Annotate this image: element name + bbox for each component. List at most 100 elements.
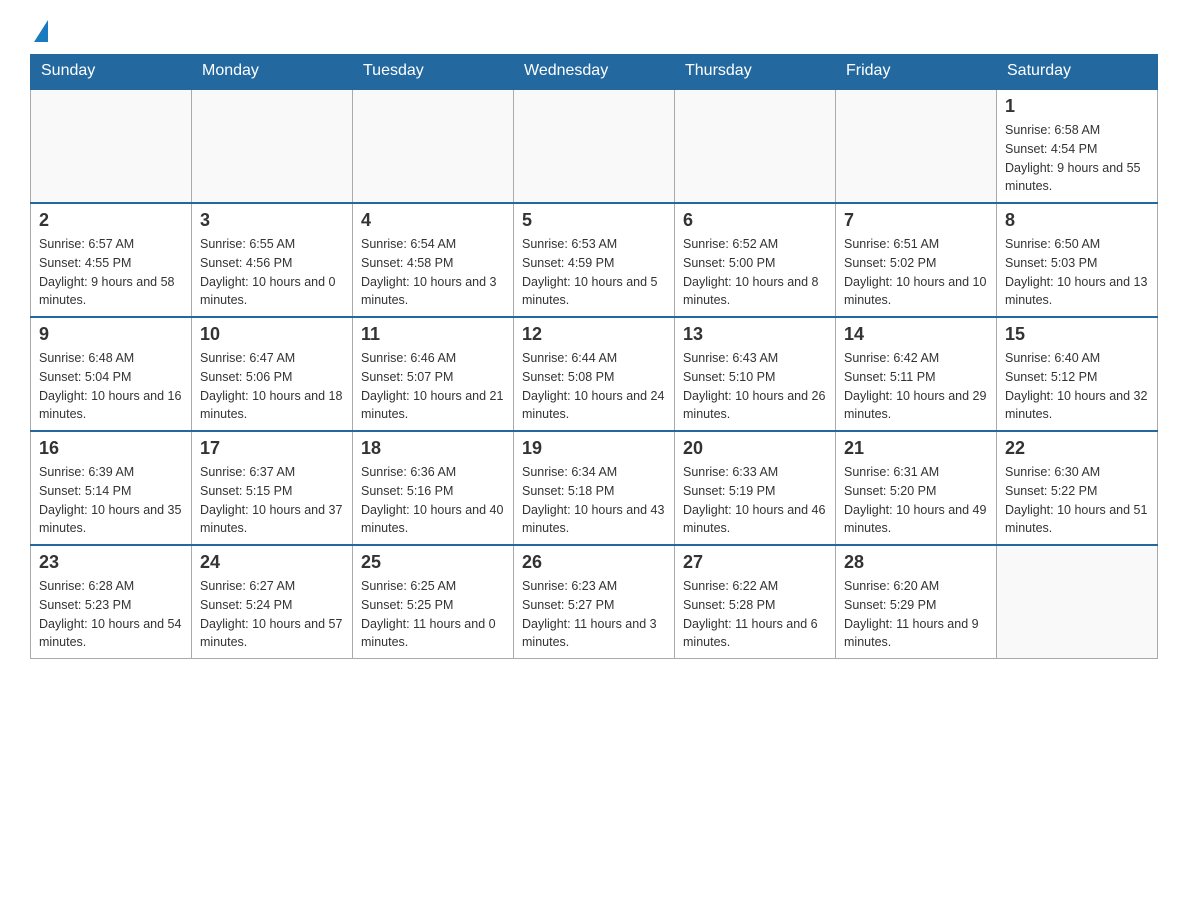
calendar-day-cell: 3 Sunrise: 6:55 AMSunset: 4:56 PMDaylight…: [192, 203, 353, 317]
calendar-day-cell: 27Sunrise: 6:22 AMSunset: 5:28 PMDayligh…: [675, 545, 836, 659]
day-info: Sunrise: 6:54 AMSunset: 4:58 PMDaylight:…: [361, 235, 505, 310]
day-number: 12: [522, 324, 666, 345]
day-number: 13: [683, 324, 827, 345]
calendar-week-row: 1 Sunrise: 6:58 AMSunset: 4:54 PMDaylight…: [31, 89, 1158, 203]
day-number: 20: [683, 438, 827, 459]
day-info: Sunrise: 6:53 AMSunset: 4:59 PMDaylight:…: [522, 235, 666, 310]
calendar-week-row: 2 Sunrise: 6:57 AMSunset: 4:55 PMDaylight…: [31, 203, 1158, 317]
column-header-friday: Friday: [836, 54, 997, 89]
calendar-day-cell: 6 Sunrise: 6:52 AMSunset: 5:00 PMDaylight…: [675, 203, 836, 317]
day-info: Sunrise: 6:36 AMSunset: 5:16 PMDaylight:…: [361, 463, 505, 538]
calendar-day-cell: [836, 89, 997, 203]
day-info: Sunrise: 6:55 AMSunset: 4:56 PMDaylight:…: [200, 235, 344, 310]
calendar-day-cell: 20 Sunrise: 6:33 AMSunset: 5:19 PMDayligh…: [675, 431, 836, 545]
day-number: 6: [683, 210, 827, 231]
day-info: Sunrise: 6:34 AMSunset: 5:18 PMDaylight:…: [522, 463, 666, 538]
page-header: [30, 20, 1158, 44]
calendar-day-cell: 1 Sunrise: 6:58 AMSunset: 4:54 PMDaylight…: [997, 89, 1158, 203]
calendar-day-cell: 26 Sunrise: 6:23 AMSunset: 5:27 PMDayligh…: [514, 545, 675, 659]
day-info: Sunrise: 6:43 AMSunset: 5:10 PMDaylight:…: [683, 349, 827, 424]
day-info: Sunrise: 6:52 AMSunset: 5:00 PMDaylight:…: [683, 235, 827, 310]
day-number: 19: [522, 438, 666, 459]
day-number: 10: [200, 324, 344, 345]
day-info: Sunrise: 6:28 AMSunset: 5:23 PMDaylight:…: [39, 577, 183, 652]
day-info: Sunrise: 6:40 AMSunset: 5:12 PMDaylight:…: [1005, 349, 1149, 424]
calendar-day-cell: [31, 89, 192, 203]
day-info: Sunrise: 6:44 AMSunset: 5:08 PMDaylight:…: [522, 349, 666, 424]
day-info: Sunrise: 6:48 AMSunset: 5:04 PMDaylight:…: [39, 349, 183, 424]
day-number: 18: [361, 438, 505, 459]
day-number: 27: [683, 552, 827, 573]
logo-triangle-icon: [34, 20, 48, 42]
calendar-day-cell: 4 Sunrise: 6:54 AMSunset: 4:58 PMDaylight…: [353, 203, 514, 317]
day-number: 17: [200, 438, 344, 459]
calendar-day-cell: 19 Sunrise: 6:34 AMSunset: 5:18 PMDayligh…: [514, 431, 675, 545]
calendar-day-cell: 28 Sunrise: 6:20 AMSunset: 5:29 PMDayligh…: [836, 545, 997, 659]
day-number: 5: [522, 210, 666, 231]
day-number: 26: [522, 552, 666, 573]
calendar-week-row: 16 Sunrise: 6:39 AMSunset: 5:14 PMDayligh…: [31, 431, 1158, 545]
day-info: Sunrise: 6:58 AMSunset: 4:54 PMDaylight:…: [1005, 121, 1149, 196]
calendar-day-cell: 16 Sunrise: 6:39 AMSunset: 5:14 PMDayligh…: [31, 431, 192, 545]
day-info: Sunrise: 6:27 AMSunset: 5:24 PMDaylight:…: [200, 577, 344, 652]
day-number: 23: [39, 552, 183, 573]
calendar-header-row: SundayMondayTuesdayWednesdayThursdayFrid…: [31, 54, 1158, 89]
day-number: 22: [1005, 438, 1149, 459]
calendar-day-cell: 18 Sunrise: 6:36 AMSunset: 5:16 PMDayligh…: [353, 431, 514, 545]
column-header-sunday: Sunday: [31, 54, 192, 89]
day-info: Sunrise: 6:47 AMSunset: 5:06 PMDaylight:…: [200, 349, 344, 424]
day-info: Sunrise: 6:57 AMSunset: 4:55 PMDaylight:…: [39, 235, 183, 310]
calendar-day-cell: 12 Sunrise: 6:44 AMSunset: 5:08 PMDayligh…: [514, 317, 675, 431]
calendar-day-cell: 14Sunrise: 6:42 AMSunset: 5:11 PMDayligh…: [836, 317, 997, 431]
calendar-day-cell: 15 Sunrise: 6:40 AMSunset: 5:12 PMDayligh…: [997, 317, 1158, 431]
day-number: 9: [39, 324, 183, 345]
column-header-monday: Monday: [192, 54, 353, 89]
day-number: 8: [1005, 210, 1149, 231]
calendar-day-cell: [353, 89, 514, 203]
day-number: 3: [200, 210, 344, 231]
calendar-day-cell: 25 Sunrise: 6:25 AMSunset: 5:25 PMDayligh…: [353, 545, 514, 659]
calendar-day-cell: [192, 89, 353, 203]
calendar-day-cell: 22 Sunrise: 6:30 AMSunset: 5:22 PMDayligh…: [997, 431, 1158, 545]
day-info: Sunrise: 6:37 AMSunset: 5:15 PMDaylight:…: [200, 463, 344, 538]
day-info: Sunrise: 6:23 AMSunset: 5:27 PMDaylight:…: [522, 577, 666, 652]
day-number: 14: [844, 324, 988, 345]
column-header-thursday: Thursday: [675, 54, 836, 89]
day-number: 7: [844, 210, 988, 231]
calendar-day-cell: 11Sunrise: 6:46 AMSunset: 5:07 PMDayligh…: [353, 317, 514, 431]
day-number: 1: [1005, 96, 1149, 117]
calendar-day-cell: 5 Sunrise: 6:53 AMSunset: 4:59 PMDaylight…: [514, 203, 675, 317]
day-number: 28: [844, 552, 988, 573]
day-info: Sunrise: 6:20 AMSunset: 5:29 PMDaylight:…: [844, 577, 988, 652]
day-number: 4: [361, 210, 505, 231]
day-info: Sunrise: 6:50 AMSunset: 5:03 PMDaylight:…: [1005, 235, 1149, 310]
column-header-wednesday: Wednesday: [514, 54, 675, 89]
calendar-day-cell: 13 Sunrise: 6:43 AMSunset: 5:10 PMDayligh…: [675, 317, 836, 431]
calendar-week-row: 23 Sunrise: 6:28 AMSunset: 5:23 PMDayligh…: [31, 545, 1158, 659]
day-info: Sunrise: 6:51 AMSunset: 5:02 PMDaylight:…: [844, 235, 988, 310]
calendar-day-cell: 17 Sunrise: 6:37 AMSunset: 5:15 PMDayligh…: [192, 431, 353, 545]
column-header-saturday: Saturday: [997, 54, 1158, 89]
calendar-table: SundayMondayTuesdayWednesdayThursdayFrid…: [30, 54, 1158, 659]
day-info: Sunrise: 6:25 AMSunset: 5:25 PMDaylight:…: [361, 577, 505, 652]
day-info: Sunrise: 6:46 AMSunset: 5:07 PMDaylight:…: [361, 349, 505, 424]
day-info: Sunrise: 6:31 AMSunset: 5:20 PMDaylight:…: [844, 463, 988, 538]
day-number: 16: [39, 438, 183, 459]
calendar-day-cell: 23 Sunrise: 6:28 AMSunset: 5:23 PMDayligh…: [31, 545, 192, 659]
calendar-day-cell: 7 Sunrise: 6:51 AMSunset: 5:02 PMDaylight…: [836, 203, 997, 317]
calendar-day-cell: 9 Sunrise: 6:48 AMSunset: 5:04 PMDaylight…: [31, 317, 192, 431]
day-number: 25: [361, 552, 505, 573]
calendar-day-cell: [514, 89, 675, 203]
calendar-day-cell: 10 Sunrise: 6:47 AMSunset: 5:06 PMDayligh…: [192, 317, 353, 431]
day-info: Sunrise: 6:33 AMSunset: 5:19 PMDaylight:…: [683, 463, 827, 538]
logo: [30, 20, 48, 44]
calendar-day-cell: 24 Sunrise: 6:27 AMSunset: 5:24 PMDayligh…: [192, 545, 353, 659]
day-number: 24: [200, 552, 344, 573]
day-info: Sunrise: 6:30 AMSunset: 5:22 PMDaylight:…: [1005, 463, 1149, 538]
day-info: Sunrise: 6:39 AMSunset: 5:14 PMDaylight:…: [39, 463, 183, 538]
column-header-tuesday: Tuesday: [353, 54, 514, 89]
day-number: 2: [39, 210, 183, 231]
calendar-week-row: 9 Sunrise: 6:48 AMSunset: 5:04 PMDaylight…: [31, 317, 1158, 431]
day-number: 15: [1005, 324, 1149, 345]
calendar-day-cell: 21Sunrise: 6:31 AMSunset: 5:20 PMDayligh…: [836, 431, 997, 545]
